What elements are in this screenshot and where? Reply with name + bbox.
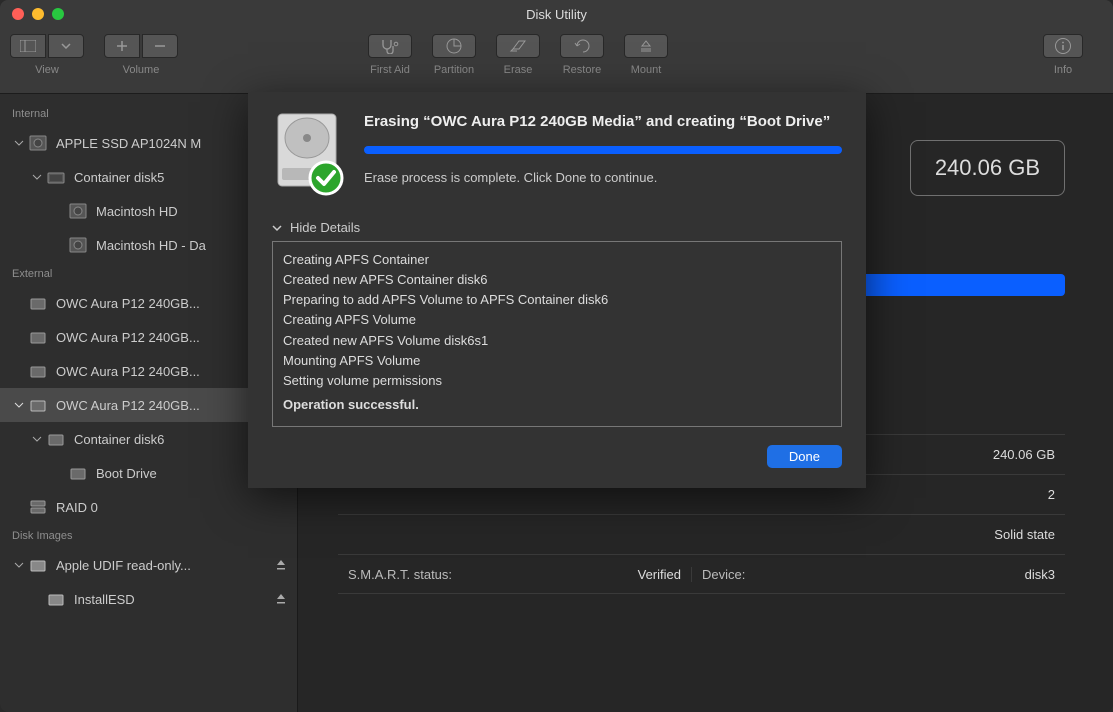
log-line: Created new APFS Container disk6 — [283, 270, 831, 290]
external-disk-icon — [28, 361, 48, 381]
sidebar-item-label: Container disk6 — [74, 432, 164, 447]
log-line: Mounting APFS Volume — [283, 351, 831, 371]
capacity-badge: 240.06 GB — [910, 140, 1065, 196]
raid-icon — [28, 497, 48, 517]
sidebar-item-label: OWC Aura P12 240GB... — [56, 330, 200, 345]
toolbar-label-restore: Restore — [563, 64, 602, 76]
erase-button[interactable] — [496, 34, 540, 58]
toolbar-label-mount: Mount — [631, 64, 662, 76]
internal-disk-icon — [68, 201, 88, 221]
pie-icon — [445, 37, 463, 55]
toolbar-label-erase: Erase — [504, 64, 533, 76]
progress-bar — [364, 146, 842, 154]
disclosure-down-icon — [272, 223, 282, 233]
window-title: Disk Utility — [0, 7, 1113, 22]
sidebar-item-installesd[interactable]: InstallESD — [0, 582, 297, 616]
details-toggle[interactable]: Hide Details — [272, 220, 842, 235]
toolbar-label-view: View — [35, 64, 59, 76]
window-close-button[interactable] — [12, 8, 24, 20]
disclosure-down-icon — [14, 560, 24, 570]
erase-icon — [509, 39, 527, 53]
log-line: Creating APFS Volume — [283, 310, 831, 330]
partition-button[interactable] — [432, 34, 476, 58]
internal-disk-icon — [68, 235, 88, 255]
sidebar-item-label: OWC Aura P12 240GB... — [56, 296, 200, 311]
disclosure-down-icon — [14, 138, 24, 148]
external-disk-icon — [28, 293, 48, 313]
disclosure-down-icon — [14, 400, 24, 410]
sidebar-item-label: APPLE SSD AP1024N M — [56, 136, 201, 151]
volume-remove-button[interactable] — [142, 34, 178, 58]
titlebar: Disk Utility — [0, 0, 1113, 28]
sidebar-item-label: Macintosh HD — [96, 204, 178, 219]
toolbar-label-firstaid: First Aid — [370, 64, 410, 76]
info-value: Solid state — [945, 527, 1065, 542]
external-disk-icon — [28, 327, 48, 347]
sidebar-item-label: Container disk5 — [74, 170, 164, 185]
sheet-title: Erasing “OWC Aura P12 240GB Media” and c… — [364, 112, 842, 132]
sidebar-item-label: OWC Aura P12 240GB... — [56, 398, 200, 413]
toolbar: View Volume First Aid Par — [0, 28, 1113, 94]
sidebar-icon — [20, 40, 36, 52]
stethoscope-icon — [380, 38, 400, 54]
log-line: Creating APFS Container — [283, 250, 831, 270]
sidebar-item-apple-udif[interactable]: Apple UDIF read-only... — [0, 548, 297, 582]
first-aid-button[interactable] — [368, 34, 412, 58]
disk-success-icon — [272, 112, 348, 196]
sidebar-item-label: RAID 0 — [56, 500, 98, 515]
disclosure-down-icon — [32, 172, 42, 182]
disk-image-icon — [46, 589, 66, 609]
sheet-message: Erase process is complete. Click Done to… — [364, 170, 842, 185]
sidebar-section-diskimages: Disk Images — [0, 524, 297, 548]
details-toggle-label: Hide Details — [290, 220, 360, 235]
toolbar-label-volume: Volume — [123, 64, 160, 76]
volume-icon — [46, 429, 66, 449]
mount-icon — [638, 38, 654, 54]
info-label: Device: — [691, 567, 945, 582]
sidebar-item-label: Apple UDIF read-only... — [56, 558, 191, 573]
info-value: Verified — [591, 567, 691, 582]
toolbar-label-partition: Partition — [434, 64, 474, 76]
log-line: Preparing to add APFS Volume to APFS Con… — [283, 290, 831, 310]
sidebar-item-label: InstallESD — [74, 592, 135, 607]
erase-sheet: Erasing “OWC Aura P12 240GB Media” and c… — [248, 92, 866, 488]
log-success: Operation successful. — [283, 395, 831, 415]
info-icon — [1054, 37, 1072, 55]
disk-image-icon — [28, 555, 48, 575]
toolbar-label-info: Info — [1054, 64, 1072, 76]
view-sidebar-button[interactable] — [10, 34, 46, 58]
info-row: Solid state — [338, 514, 1065, 554]
plus-icon — [116, 40, 128, 52]
view-dropdown-button[interactable] — [48, 34, 84, 58]
sidebar-item-label: Macintosh HD - Da — [96, 238, 206, 253]
sidebar-item-label: OWC Aura P12 240GB... — [56, 364, 200, 379]
disclosure-down-icon — [32, 434, 42, 444]
volume-add-button[interactable] — [104, 34, 140, 58]
eject-icon[interactable] — [275, 559, 287, 571]
log-line: Created new APFS Volume disk6s1 — [283, 331, 831, 351]
sidebar-item-label: Boot Drive — [96, 466, 157, 481]
log-line: Setting volume permissions — [283, 371, 831, 391]
window-minimize-button[interactable] — [32, 8, 44, 20]
eject-icon[interactable] — [275, 593, 287, 605]
window-zoom-button[interactable] — [52, 8, 64, 20]
external-disk-icon — [68, 463, 88, 483]
log-box[interactable]: Creating APFS Container Created new APFS… — [272, 241, 842, 427]
restore-icon — [573, 38, 591, 54]
chevron-down-icon — [61, 43, 71, 49]
info-value: 2 — [945, 487, 1065, 502]
done-button[interactable]: Done — [767, 445, 842, 468]
restore-button[interactable] — [560, 34, 604, 58]
minus-icon — [154, 40, 166, 52]
internal-disk-icon — [28, 133, 48, 153]
info-row: S.M.A.R.T. status: Verified Device: disk… — [338, 554, 1065, 594]
info-button[interactable] — [1043, 34, 1083, 58]
mount-button[interactable] — [624, 34, 668, 58]
info-value: 240.06 GB — [945, 447, 1065, 462]
sidebar-item-raid0[interactable]: RAID 0 — [0, 490, 297, 524]
volume-icon — [46, 167, 66, 187]
external-disk-icon — [28, 395, 48, 415]
info-value: disk3 — [945, 567, 1065, 582]
info-label: S.M.A.R.T. status: — [338, 567, 591, 582]
